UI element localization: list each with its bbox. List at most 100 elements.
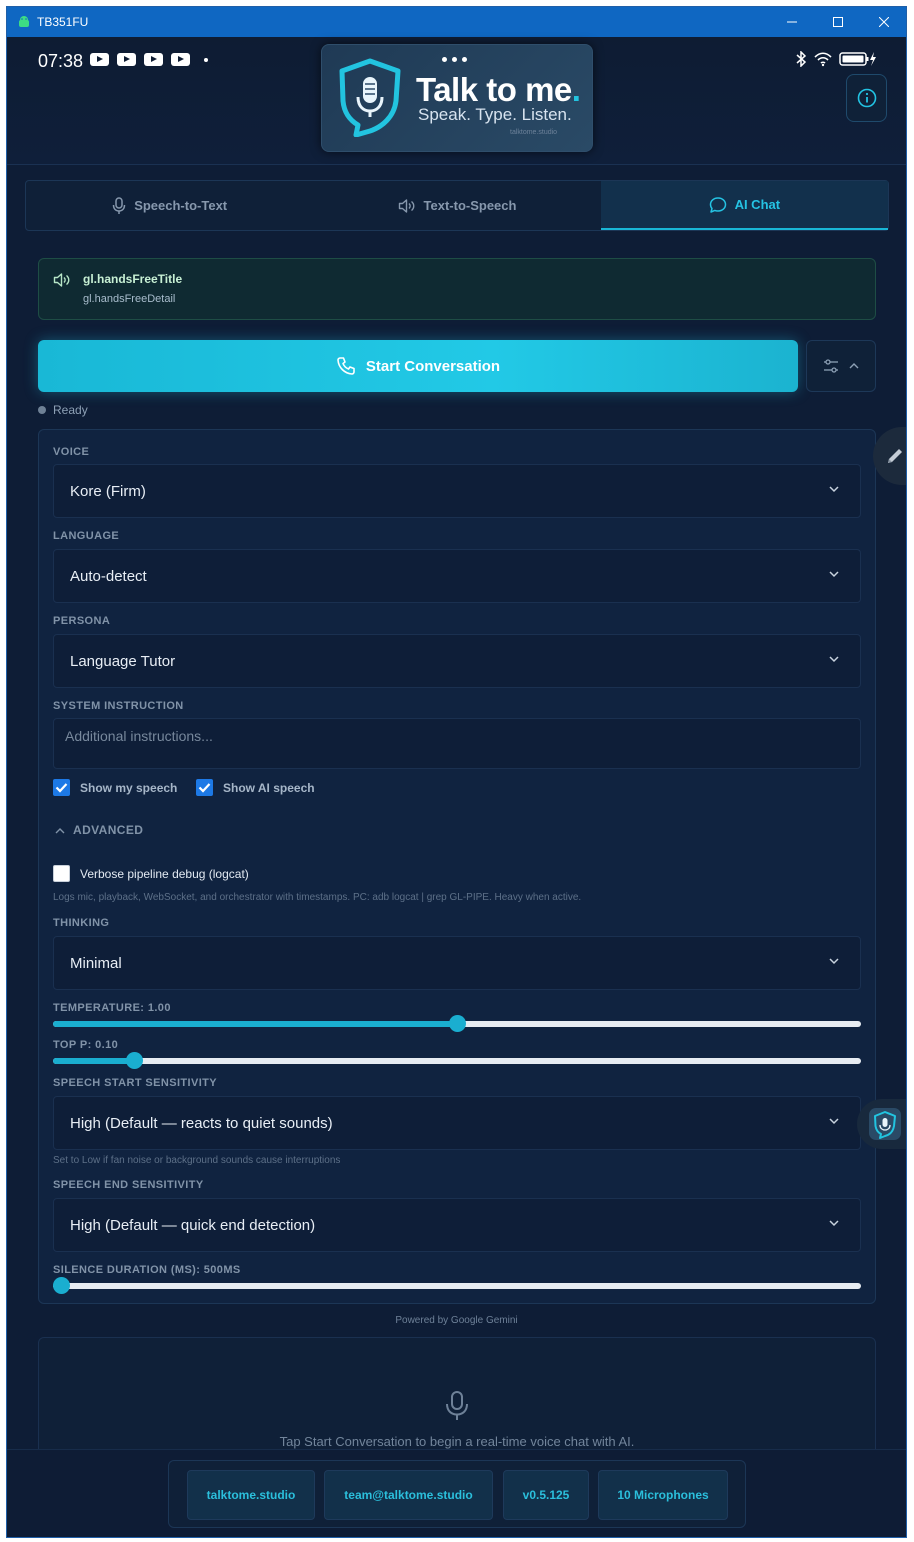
edit-floating-button[interactable] xyxy=(873,427,906,485)
end-sensitivity-label: SPEECH END SENSITIVITY xyxy=(53,1179,204,1191)
silence-duration-slider[interactable] xyxy=(53,1277,861,1294)
thinking-value: Minimal xyxy=(70,954,122,972)
hands-free-notice: gl.handsFreeTitle gl.handsFreeDetail xyxy=(38,258,876,320)
system-instruction-placeholder: Additional instructions... xyxy=(65,728,213,744)
start-sensitivity-help: Set to Low if fan noise or background so… xyxy=(53,1155,341,1166)
conversation-area: Tap Start Conversation to begin a real-t… xyxy=(38,1337,876,1457)
hands-free-title: gl.handsFreeTitle xyxy=(83,272,183,286)
persona-value: Language Tutor xyxy=(70,652,176,670)
pencil-icon xyxy=(888,449,902,463)
tab-label: Text-to-Speech xyxy=(423,198,517,213)
minimize-button[interactable] xyxy=(769,7,815,37)
temperature-slider[interactable] xyxy=(53,1015,861,1032)
youtube-icon xyxy=(171,53,190,66)
version-badge[interactable]: v0.5.125 xyxy=(503,1470,589,1520)
status-dot xyxy=(38,406,46,414)
voice-select[interactable]: Kore (Firm) xyxy=(53,464,861,518)
end-sensitivity-value: High (Default — quick end detection) xyxy=(70,1216,316,1234)
verbose-debug-help: Logs mic, playback, WebSocket, and orche… xyxy=(53,892,582,903)
mic-icon xyxy=(446,1391,468,1420)
top-p-label: TOP P: 0.10 xyxy=(53,1039,119,1051)
slider-thumb[interactable] xyxy=(53,1277,70,1294)
phone-icon xyxy=(337,357,355,375)
tab-label: Speech-to-Text xyxy=(134,198,228,213)
chevron-down-icon xyxy=(829,656,839,663)
connection-status: Ready xyxy=(38,403,88,417)
thinking-select[interactable]: Minimal xyxy=(53,936,861,990)
system-instruction-label: SYSTEM INSTRUCTION xyxy=(53,700,184,712)
slider-fill xyxy=(53,1058,134,1064)
start-conversation-button[interactable]: Start Conversation xyxy=(38,340,798,392)
speaker-icon xyxy=(398,198,414,213)
end-sensitivity-select[interactable]: High (Default — quick end detection) xyxy=(53,1198,861,1252)
minimize-icon xyxy=(787,21,797,23)
battery-charging-icon xyxy=(839,52,876,66)
clock: 07:38 xyxy=(38,51,84,71)
mic-icon xyxy=(112,196,126,214)
speaker-icon xyxy=(53,273,70,287)
more-notifications-dot xyxy=(204,57,208,62)
app-window: TB351FU 07:38 Talk to me. Speak. Type. L… xyxy=(6,6,907,1538)
chevron-up-icon xyxy=(55,827,65,833)
hands-free-detail: gl.handsFreeDetail xyxy=(83,293,176,305)
window-title: TB351FU xyxy=(37,15,89,29)
language-label: LANGUAGE xyxy=(53,530,120,542)
show-my-speech-checkbox[interactable] xyxy=(53,779,70,796)
show-my-speech-label: Show my speech xyxy=(80,781,178,795)
logo-url: talktome.studio xyxy=(510,129,558,136)
bluetooth-icon xyxy=(796,51,807,67)
status-text: Ready xyxy=(53,403,88,417)
info-icon xyxy=(857,88,876,108)
verbose-debug-checkbox[interactable] xyxy=(53,865,70,882)
close-button[interactable] xyxy=(861,7,906,37)
start-sensitivity-value: High (Default — reacts to quiet sounds) xyxy=(70,1114,333,1132)
microphones-link[interactable]: 10 Microphones xyxy=(598,1470,728,1520)
empty-state-text: Tap Start Conversation to begin a real-t… xyxy=(279,1434,635,1449)
tab-ai-chat[interactable]: AI Chat xyxy=(600,181,888,230)
temperature-label: TEMPERATURE: 1.00 xyxy=(53,1002,171,1014)
chevron-down-icon xyxy=(829,486,839,493)
chevron-down-icon xyxy=(829,1220,839,1227)
shield-mic-icon xyxy=(869,1108,901,1140)
start-sensitivity-select[interactable]: High (Default — reacts to quiet sounds) xyxy=(53,1096,861,1150)
maximize-button[interactable] xyxy=(815,7,861,37)
shield-mic-icon xyxy=(339,58,401,137)
tab-text-to-speech[interactable]: Text-to-Speech xyxy=(313,181,600,230)
toggle-settings-button[interactable] xyxy=(806,340,876,392)
youtube-icon xyxy=(90,53,109,66)
footer: talktome.studio team@talktome.studio v0.… xyxy=(7,1449,906,1537)
wifi-icon xyxy=(814,52,832,67)
chevron-up-icon xyxy=(849,363,859,369)
show-ai-speech-checkbox[interactable] xyxy=(196,779,213,796)
voice-label: VOICE xyxy=(53,446,90,458)
start-sensitivity-label: SPEECH START SENSITIVITY xyxy=(53,1077,218,1089)
android-icon xyxy=(19,16,29,27)
chevron-down-icon xyxy=(829,571,839,578)
maximize-icon xyxy=(833,17,843,27)
app-logo: Talk to me. Speak. Type. Listen. talktom… xyxy=(321,44,593,152)
system-instruction-input[interactable]: Additional instructions... xyxy=(53,718,861,769)
slider-fill xyxy=(53,1021,457,1027)
title-bar: TB351FU xyxy=(7,7,906,37)
website-link[interactable]: talktome.studio xyxy=(187,1470,315,1520)
advanced-toggle[interactable]: ADVANCED xyxy=(55,823,143,837)
top-p-slider[interactable] xyxy=(53,1052,861,1069)
voice-value: Kore (Firm) xyxy=(70,482,146,500)
persona-select[interactable]: Language Tutor xyxy=(53,634,861,688)
email-link[interactable]: team@talktome.studio xyxy=(324,1470,493,1520)
language-select[interactable]: Auto-detect xyxy=(53,549,861,603)
system-icons xyxy=(795,51,877,67)
notification-icons xyxy=(90,53,208,66)
settings-panel: VOICE Kore (Firm) LANGUAGE Auto-detect P… xyxy=(38,429,876,1304)
tab-speech-to-text[interactable]: Speech-to-Text xyxy=(26,181,313,230)
show-ai-speech-label: Show AI speech xyxy=(223,781,315,795)
logo-title: Talk to me. xyxy=(416,71,581,108)
info-button[interactable] xyxy=(846,74,887,122)
slider-thumb[interactable] xyxy=(125,1052,143,1069)
app-bubble-button[interactable] xyxy=(857,1099,906,1149)
tab-label: AI Chat xyxy=(734,197,781,212)
mode-tabs: Speech-to-Text Text-to-Speech AI Chat xyxy=(25,180,889,231)
logo-dots xyxy=(442,57,467,62)
logo-tagline: Speak. Type. Listen. xyxy=(418,105,572,124)
slider-thumb[interactable] xyxy=(449,1015,466,1032)
